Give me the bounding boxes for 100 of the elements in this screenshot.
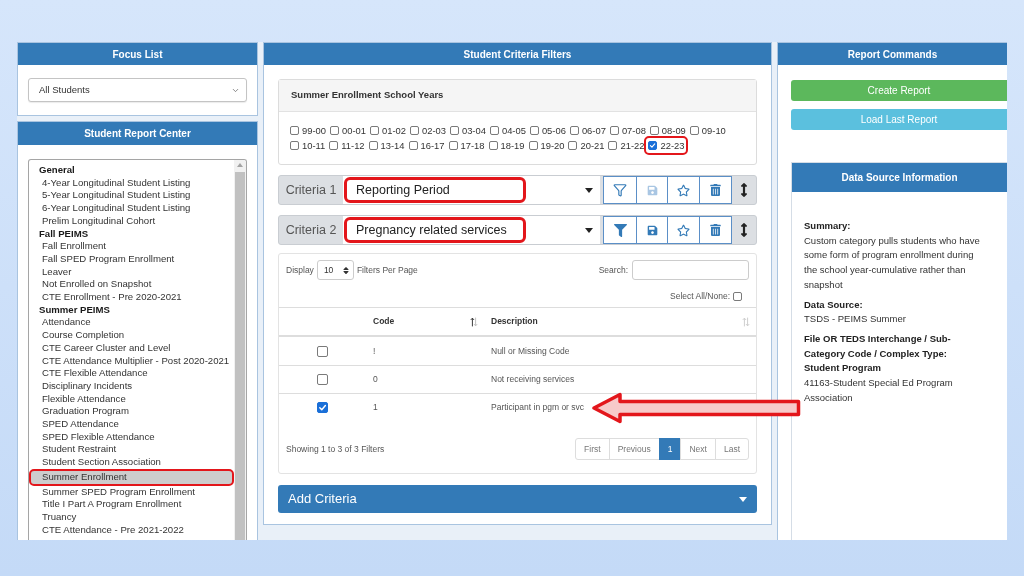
checkbox[interactable]: [488, 141, 498, 150]
report-list-item[interactable]: CTE Career Cluster and Level: [29, 341, 234, 355]
report-list-item[interactable]: Fall Enrollment: [29, 240, 234, 253]
group-heading: General: [38, 164, 76, 177]
page-size-select[interactable]: 10: [316, 260, 354, 280]
year-label: 00-01: [342, 124, 366, 138]
year-label: 11-12: [341, 139, 365, 153]
table-cell-text: 1: [372, 401, 378, 414]
pagination-button[interactable]: First: [575, 438, 610, 460]
checkbox[interactable]: [448, 141, 458, 150]
table-cell-text: 0: [372, 373, 378, 386]
report-list-item[interactable]: Fall SPED Program Enrollment: [29, 252, 234, 266]
checkbox[interactable]: [489, 126, 499, 135]
report-list-item[interactable]: Graduation Program: [29, 405, 234, 419]
report-list-item[interactable]: Title I Part A Program Enrollment: [29, 498, 234, 511]
report-list-item[interactable]: Attendance: [29, 316, 234, 330]
table-summary: Showing 1 to 3 of 3 Filters: [286, 442, 385, 456]
checkbox[interactable]: [316, 374, 328, 385]
year-label: 01-02: [381, 124, 406, 138]
year-label: 21-22: [620, 139, 645, 153]
year-label: 05-06: [541, 124, 566, 138]
checkbox[interactable]: [290, 126, 299, 135]
group-heading: Summer PEIMS: [38, 303, 111, 317]
year-label: 20-21: [580, 139, 605, 153]
checkbox[interactable]: [608, 141, 618, 150]
report-list-item[interactable]: SPED Attendance: [29, 418, 234, 431]
checkbox[interactable]: [290, 141, 299, 150]
sort-icon[interactable]: [470, 316, 478, 327]
checkbox[interactable]: [369, 126, 379, 135]
table-cell-text: Participant in pgm or svc: [490, 401, 585, 414]
column-title[interactable]: Code: [373, 315, 395, 328]
year-label: 02-03: [421, 124, 446, 138]
pagination-button[interactable]: Previous: [608, 438, 660, 460]
report-list-item[interactable]: Student Restraint: [29, 443, 234, 457]
checkbox[interactable]: [316, 345, 328, 357]
report-list-item[interactable]: 6-Year Longitudinal Student Listing: [29, 202, 234, 215]
panel-header: Focus List: [18, 43, 257, 65]
checkbox[interactable]: [408, 141, 418, 150]
checkbox[interactable]: [648, 141, 658, 150]
year-label: 13-14: [380, 139, 405, 153]
report-list-item[interactable]: CTE Enrollment - Pre 2020-2021: [29, 291, 234, 304]
report-list-item[interactable]: CTE Attendance Multiplier - Post 2020-2021: [29, 354, 234, 368]
year-label: 17-18: [460, 139, 485, 153]
checkbox[interactable]: [449, 126, 459, 135]
info-heading: Data Source:: [804, 297, 864, 312]
focus-select[interactable]: All Students: [28, 78, 247, 102]
checkbox[interactable]: [568, 141, 578, 150]
report-list-item[interactable]: 5-Year Longitudinal Student Listing: [29, 189, 234, 203]
checkbox[interactable]: [409, 126, 419, 135]
add-criteria-button[interactable]: Add Criteria: [278, 485, 757, 513]
report-list-item[interactable]: CTE Flexible Attendance: [29, 367, 234, 380]
sort-arrows-icon: [342, 265, 349, 275]
year-label: 09-10: [701, 124, 726, 138]
search-label: Search:: [598, 263, 628, 277]
report-list-item[interactable]: Summer SPED Program Enrollment: [29, 485, 234, 499]
checkbox[interactable]: [329, 141, 339, 150]
year-label: 10-11: [302, 139, 326, 153]
report-list-item[interactable]: CTE Attendance - Pre 2021-2022: [29, 523, 234, 537]
year-label: 99-00: [302, 124, 326, 138]
checkbox[interactable]: [733, 291, 742, 301]
pagination-button[interactable]: Last: [714, 438, 749, 460]
checkbox[interactable]: [529, 126, 539, 135]
scrollbar[interactable]: [234, 160, 246, 540]
report-list-item[interactable]: Truancy: [29, 511, 234, 524]
year-label: 03-04: [461, 124, 486, 138]
report-list-item[interactable]: Course Completion: [29, 329, 234, 342]
year-label: 16-17: [420, 139, 445, 153]
checkbox[interactable]: [316, 402, 328, 413]
year-label: 22-23: [660, 139, 685, 153]
report-list-item[interactable]: Student Section Association: [29, 456, 234, 469]
report-list-item[interactable]: SPED Flexible Attendance: [29, 430, 234, 444]
panel-header: Student Report Center: [18, 122, 257, 145]
caret-down-icon: [739, 496, 747, 502]
report-list-item[interactable]: Leaver: [29, 265, 234, 279]
report-list-item[interactable]: Disciplinary Incidents: [29, 379, 234, 393]
checkbox[interactable]: [689, 126, 699, 135]
checkbox[interactable]: [609, 126, 619, 135]
panel-header: Data Source Information: [792, 163, 1007, 192]
info-heading: File OR TEDS Interchange / Sub-Category Code / Complex Type: Student Program: [804, 331, 952, 376]
report-list-item[interactable]: Summer Enrollment: [29, 468, 234, 486]
panel-header: Student Criteria Filters: [264, 43, 771, 65]
info-heading: Summary:: [804, 219, 852, 233]
column-title[interactable]: Description: [491, 315, 538, 328]
checkbox[interactable]: [528, 141, 538, 150]
report-list-item[interactable]: Prelim Longitudinal Cohort: [29, 214, 234, 228]
scroll-up-icon[interactable]: [237, 163, 243, 167]
search-field[interactable]: [632, 260, 749, 280]
years-panel-heading: Summer Enrollment School Years: [279, 80, 756, 112]
report-list-item[interactable]: Flexible Attendance: [29, 392, 234, 406]
report-list-item[interactable]: 4-Year Longitudinal Student Listing: [29, 176, 234, 190]
checkbox[interactable]: [330, 126, 339, 135]
checkbox[interactable]: [649, 126, 659, 135]
checkbox[interactable]: [368, 141, 378, 150]
checkbox[interactable]: [569, 126, 579, 135]
info-text: Custom category pulls students who have some form of program enrollment during the school year-cumulative rather than snapshot: [804, 233, 981, 292]
year-label: 06-07: [581, 124, 606, 138]
pagination-button[interactable]: Next: [680, 438, 716, 460]
scrollbar-thumb[interactable]: [235, 172, 245, 540]
group-heading: Fall PEIMS: [38, 227, 90, 241]
report-list-item[interactable]: Not Enrolled on Snapshot: [29, 278, 234, 292]
